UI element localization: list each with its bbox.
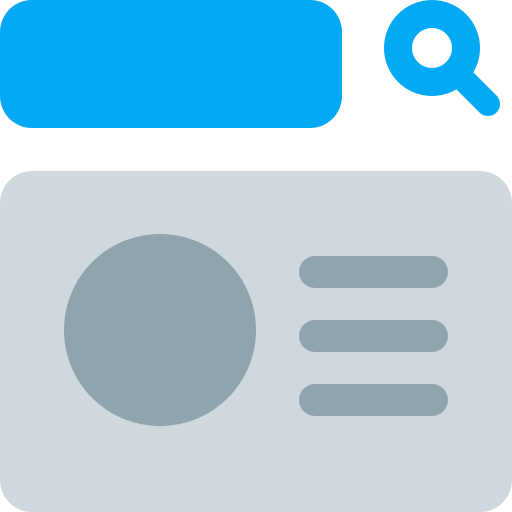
search-input[interactable] — [0, 0, 342, 128]
search-results-illustration — [0, 0, 512, 512]
text-line-placeholder — [299, 320, 448, 352]
magnifier-handle — [448, 64, 500, 116]
search-icon[interactable] — [384, 0, 512, 128]
avatar-placeholder — [64, 234, 256, 426]
text-line-placeholder — [299, 256, 448, 288]
text-line-placeholder — [299, 384, 448, 416]
